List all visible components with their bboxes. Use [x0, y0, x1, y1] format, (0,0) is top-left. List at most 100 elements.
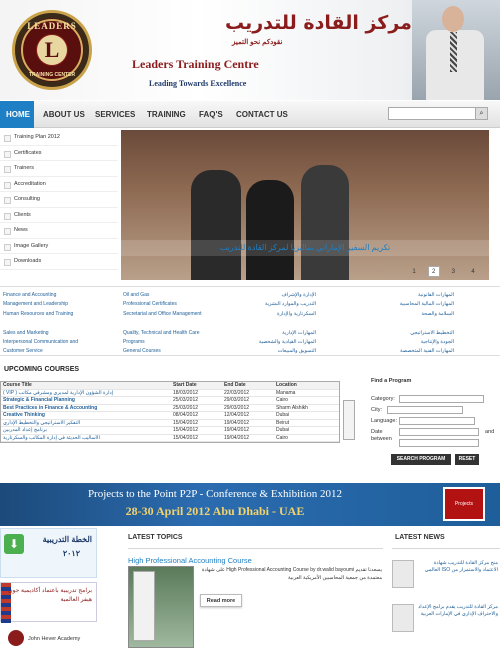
table-header-row: Course Title Start Date End Date Locatio…: [1, 382, 339, 390]
topic-title[interactable]: High Professional Accounting Course: [128, 556, 252, 565]
category-link[interactable]: السلامة والصحة: [362, 310, 454, 319]
location: Cairo: [276, 397, 288, 403]
news-divider: [392, 548, 500, 549]
news-text[interactable]: منح مركز القادة للتدريب شهادة الاعتماد و…: [418, 560, 498, 574]
news-item[interactable]: منح مركز القادة للتدريب شهادة الاعتماد و…: [392, 560, 500, 590]
sidebar-item-consulting[interactable]: Consulting: [0, 192, 118, 208]
start-date: 15/04/2012: [173, 419, 199, 426]
training-plan-ad-title: الخطة التدريبية: [42, 535, 92, 544]
language-select[interactable]: [399, 417, 475, 425]
date-to-input[interactable]: [399, 439, 479, 447]
category-link[interactable]: Management and Leadership: [3, 300, 115, 309]
sidebar-item-image-gallery[interactable]: Image Gallery: [0, 239, 118, 254]
academy-seal-icon: [8, 630, 24, 646]
category-link[interactable]: Professional Certificates: [123, 300, 228, 309]
date-from-input[interactable]: [399, 428, 479, 436]
search-icon[interactable]: ⌕: [475, 108, 487, 119]
course-title[interactable]: التفكير الاستراتيجي والتخطيط الإداري: [3, 420, 80, 427]
nav-faqs[interactable]: FAQ'S: [199, 101, 223, 128]
category-link[interactable]: المهارات المالية المحاسبية: [362, 300, 454, 309]
site-logo[interactable]: LEADERS L TRAINING CENTER: [12, 10, 92, 90]
courses-scrollbar[interactable]: [343, 400, 355, 440]
nav-home[interactable]: HOME: [0, 101, 34, 128]
nav-services[interactable]: SERVICES: [95, 101, 135, 128]
slider-page-2[interactable]: 2: [427, 266, 440, 277]
nav-contact-us[interactable]: CONTACT US: [236, 101, 288, 128]
category-link[interactable]: Oil and Gas: [123, 291, 228, 300]
category-link[interactable]: التدريب والموارد البشرية: [236, 300, 316, 309]
table-row[interactable]: Creative Thinking 08/04/2012 12/04/2012 …: [1, 412, 339, 420]
logo-top-text: LEADERS: [27, 21, 77, 31]
category-link[interactable]: التخطيط الاستراتيجي: [362, 329, 454, 338]
sidebar-item-trainers[interactable]: Trainers: [0, 161, 118, 177]
topic-thumbnail[interactable]: [128, 566, 194, 648]
category-link[interactable]: الإدارة والإشراف: [236, 291, 316, 300]
latest-news-heading: LATEST NEWS: [395, 534, 445, 541]
read-more-button[interactable]: Read more: [200, 594, 242, 607]
table-row[interactable]: Strategic & Financial Planning 25/03/201…: [1, 397, 339, 405]
sidebar-item-news[interactable]: News: [0, 223, 118, 239]
category-link[interactable]: Secretarial and Office Management: [123, 310, 228, 319]
category-select[interactable]: [399, 395, 484, 403]
slider-page-1[interactable]: 1: [408, 267, 420, 278]
category-link[interactable]: السكرتارية والإدارة: [236, 310, 316, 319]
category-link[interactable]: Human Resources and Training: [3, 310, 115, 319]
academy-ad[interactable]: برامج تدريبية باعتماد أكاديمية جون هيفر …: [0, 582, 97, 623]
category-link[interactable]: Sales and Marketing: [3, 329, 115, 338]
courses-table: Course Title Start Date End Date Locatio…: [0, 381, 340, 443]
start-date: 18/03/2012: [173, 389, 199, 396]
sidebar-item-accreditation[interactable]: Accreditation: [0, 177, 118, 192]
table-row[interactable]: Best Practices in Finance & Accounting 2…: [1, 405, 339, 412]
nav-training[interactable]: TRAINING: [147, 101, 186, 128]
category-link[interactable]: المهارات القيادية والشخصية: [236, 338, 316, 347]
category-link[interactable]: Quality, Technical and Health Care: [123, 329, 228, 338]
category-link[interactable]: Programs: [123, 338, 228, 347]
city-label: City:: [371, 407, 382, 413]
table-row[interactable]: التفكير الاستراتيجي والتخطيط الإداري 15/…: [1, 419, 339, 427]
category-link[interactable]: المهارات الفنية المتخصصة: [362, 347, 454, 356]
category-link[interactable]: Interpersonal Communication and: [3, 338, 115, 347]
table-row[interactable]: الأساليب الحديثة في إدارة المكاتب والسكر…: [1, 435, 339, 442]
conference-banner[interactable]: Projects to the Point P2P - Conference &…: [0, 483, 500, 526]
sidebar-item-certificates[interactable]: Certificates: [0, 146, 118, 161]
logo-bottom-text: TRAINING CENTER: [28, 72, 76, 78]
end-date: 19/04/2012: [224, 427, 250, 433]
slider-page-3[interactable]: 3: [447, 267, 459, 278]
city-select[interactable]: [387, 406, 463, 414]
training-plan-ad[interactable]: ⬇ الخطة التدريبية ٢٠١٢: [0, 528, 97, 578]
column-header-location: Location: [276, 382, 297, 388]
topics-divider: [128, 548, 383, 549]
category-link[interactable]: Customer Service: [3, 347, 115, 356]
category-link[interactable]: General Courses: [123, 347, 228, 356]
topic-text: يسعدنا تقديم High Professional Accountin…: [201, 567, 382, 581]
course-title[interactable]: Strategic & Financial Planning: [3, 397, 75, 404]
course-title[interactable]: Best Practices in Finance & Accounting: [3, 405, 97, 412]
nav-about-us[interactable]: ABOUT US: [43, 101, 85, 128]
column-header-course-title: Course Title: [3, 382, 32, 388]
sidebar-item-downloads[interactable]: Downloads: [0, 254, 118, 270]
reset-button[interactable]: RESET: [455, 454, 479, 465]
category-link[interactable]: Finance and Accounting: [3, 291, 115, 300]
category-link[interactable]: المهارات القانونية: [362, 291, 454, 300]
news-item[interactable]: مركز القادة للتدريب يقدم برامج الإعداد و…: [392, 604, 500, 634]
category-link[interactable]: التسويق والمبيعات: [236, 347, 316, 356]
image-slider[interactable]: تكريم السفير الإماراتي بماليزيا لمركز ال…: [121, 130, 489, 280]
academy-logo-ad[interactable]: John Hever Academy: [0, 628, 97, 648]
table-row[interactable]: ( VIP ) إدارة الشؤون الإدارية لمديري ومش…: [1, 389, 339, 397]
course-title[interactable]: الأساليب الحديثة في إدارة المكاتب والسكر…: [3, 435, 100, 442]
sidebar-item-training-plan[interactable]: Training Plan 2012: [0, 130, 118, 146]
end-date: 12/04/2012: [224, 412, 250, 418]
category-link[interactable]: المهارات الإدارية: [236, 329, 316, 338]
news-text[interactable]: مركز القادة للتدريب يقدم برامج الإعداد و…: [418, 604, 498, 618]
slide-person-middle: [246, 180, 294, 280]
course-title[interactable]: Creative Thinking: [3, 412, 45, 419]
sidebar-item-clients[interactable]: Clients: [0, 208, 118, 223]
slide-caption[interactable]: تكريم السفير الإماراتي بماليزيا لمركز ال…: [121, 240, 489, 256]
category-link[interactable]: الجودة والإنتاجية: [362, 338, 454, 347]
table-row[interactable]: برنامج إعداد المدربين 15/04/2012 19/04/2…: [1, 427, 339, 435]
slider-page-4[interactable]: 4: [467, 267, 479, 278]
course-title[interactable]: برنامج إعداد المدربين: [3, 427, 47, 434]
course-title[interactable]: ( VIP ) إدارة الشؤون الإدارية لمديري ومش…: [3, 390, 113, 397]
search-input[interactable]: ⌕: [388, 107, 488, 120]
search-program-button[interactable]: SEARCH PROGRAM: [391, 454, 451, 465]
